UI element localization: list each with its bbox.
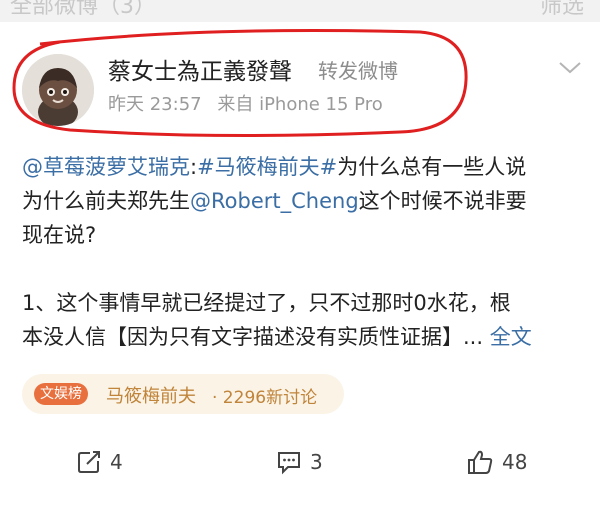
post-body: @草莓菠萝艾瑞克:#马筱梅前夫#为什么总有一些人说 为什么前夫郑先生@Rober… — [22, 150, 582, 354]
repost-button[interactable]: 4 — [76, 446, 123, 478]
avatar[interactable] — [22, 54, 94, 126]
topic-name: 马筱梅前夫 — [106, 386, 196, 407]
avatar-image — [22, 54, 94, 126]
post-source: 来自 iPhone 15 Pro — [217, 94, 383, 115]
chevron-down-icon[interactable] — [556, 56, 584, 78]
author-name[interactable]: 蔡女士為正義發聲 — [108, 52, 292, 86]
topic-badge: 文娱榜 — [34, 383, 88, 405]
repost-icon — [78, 451, 100, 473]
post-text-segment: 为什么前夫郑先生 — [22, 189, 190, 213]
post-line-1: @草莓菠萝艾瑞克:#马筱梅前夫#为什么总有一些人说 — [22, 150, 582, 184]
comment-icon — [278, 452, 300, 475]
post-text-segment: 为什么总有一些人说 — [337, 155, 527, 179]
comment-button[interactable]: 3 — [276, 446, 323, 478]
mention-link[interactable]: @Robert_Cheng — [190, 189, 359, 213]
hashtag-link[interactable]: #马筱梅前夫# — [197, 155, 337, 179]
post-line-4: 1、这个事情早就已经提过了，只不过那时0水花，根 — [22, 291, 511, 315]
top-tab-all-posts[interactable]: 全部微博（3） — [10, 0, 156, 20]
like-icon — [468, 450, 493, 474]
like-button[interactable]: 48 — [466, 446, 527, 478]
post-meta: 昨天 23:57 来自 iPhone 15 Pro — [108, 90, 393, 116]
post-time: 昨天 23:57 — [108, 94, 202, 115]
top-bar: 全部微博（3） 筛选 — [0, 0, 600, 22]
topic-count: · 2296新讨论 — [212, 388, 318, 408]
post-card: 蔡女士為正義發聲 转发微博 昨天 23:57 来自 iPhone 15 Pro … — [0, 22, 600, 520]
post-line-2: 为什么前夫郑先生@Robert_Cheng这个时候不说非要 — [22, 184, 582, 218]
post-line-5: 本没人信【因为只有文字描述没有实质性证据】... 全文 — [22, 320, 582, 354]
full-text-link[interactable]: 全文 — [490, 325, 532, 349]
post-line-3: 现在说? — [22, 223, 97, 247]
mention-link[interactable]: @草莓菠萝艾瑞克 — [22, 155, 190, 179]
like-count: 48 — [502, 450, 528, 474]
filter-button[interactable]: 筛选 — [540, 0, 584, 20]
comment-count: 3 — [310, 450, 323, 474]
repost-label: 转发微博 — [318, 59, 398, 83]
post-text-segment: 本没人信【因为只有文字描述没有实质性证据】... — [22, 325, 484, 349]
action-bar: 4 3 48 — [0, 442, 600, 482]
topic-chip[interactable]: 文娱榜 马筱梅前夫 · 2296新讨论 — [22, 374, 344, 414]
post-text-segment: 这个时候不说非要 — [358, 189, 527, 213]
repost-count: 4 — [110, 450, 123, 474]
